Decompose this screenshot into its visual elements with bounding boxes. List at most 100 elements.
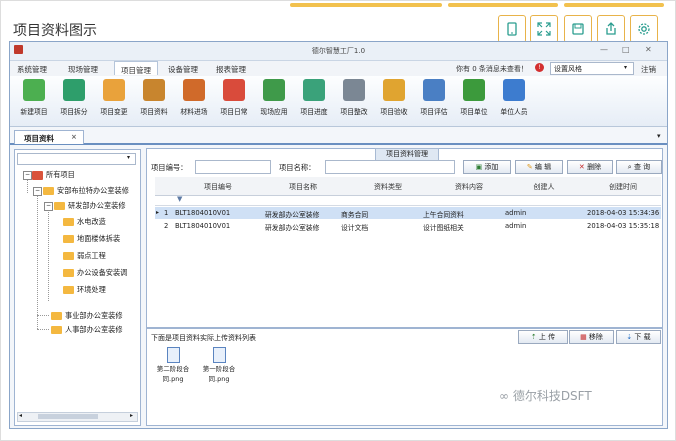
tree-filter-select[interactable]: ▾ [17,153,136,165]
share-icon [606,22,616,35]
ribbon-button[interactable]: 项目整改 [334,79,374,116]
expand-toggle[interactable]: − [23,171,32,180]
home-icon [32,170,43,180]
remove-button[interactable]: ▦ 移除 [569,330,614,344]
col-header[interactable]: 项目编号 [185,182,251,192]
maximize-icon[interactable]: □ [622,45,630,54]
tab-project-docs[interactable]: 项目资料 × [14,130,84,144]
project-tree-panel: ▾ − 所有项目 − 安部布拉特办公室装修 − 研发部办公室装修 水电改造 地面… [14,149,141,426]
expand-icon [537,22,551,36]
ribbon-label: 项目日常 [220,108,248,116]
tree-node-level2[interactable]: 研发部办公室装修 [54,201,126,211]
edit-button[interactable]: ✎ 编 辑 [515,160,563,174]
filter-icon[interactable]: ▼ [177,195,182,203]
ribbon-button[interactable]: 项目验收 [374,79,414,116]
folder-icon [63,218,74,226]
edit-icon: ✎ [526,163,535,171]
table-row[interactable]: 2 BLT1804010V01 研发部办公室装修 设计文档 设计图纸相关 adm… [155,220,661,232]
search-button[interactable]: ⌕ 查 询 [616,160,662,174]
accept-icon [383,79,405,101]
menu-report[interactable]: 报表管理 [216,64,246,75]
tree-node-child[interactable]: 办公设备安装调 [63,268,127,278]
tablet-button[interactable] [498,15,526,43]
close-icon[interactable]: ✕ [645,45,652,54]
ribbon-button[interactable]: 材料进场 [174,79,214,116]
ribbon-button[interactable]: 项目单位 [454,79,494,116]
ribbon-button[interactable]: 现场应用 [254,79,294,116]
people-icon [503,79,525,101]
tree-node-level1[interactable]: 安部布拉特办公室装修 [43,186,129,196]
upload-button[interactable]: ⇡ 上 传 [518,330,568,344]
tab-close-icon[interactable]: × [71,133,77,141]
ribbon-button[interactable]: 项目日常 [214,79,254,116]
ribbon-button[interactable]: 项目变更 [94,79,134,116]
ribbon-button[interactable]: 项目进度 [294,79,334,116]
folder-icon [63,252,74,260]
ribbon-button[interactable]: 单位人员 [494,79,534,116]
expand-toggle[interactable]: − [44,202,53,211]
logout-link[interactable]: 注销 [641,64,656,75]
ribbon-button[interactable]: 项目资料 [134,79,174,116]
delete-button[interactable]: ✕ 删除 [567,160,613,174]
project-docs-icon [143,79,165,101]
table-row[interactable]: ▸ 1 BLT1804010V01 研发部办公室装修 商务合同 上午合同资料 a… [155,207,661,219]
expand-button[interactable] [530,15,558,43]
style-select[interactable]: 设置风格 ▾ [550,62,634,75]
ribbon-button[interactable]: 项目评估 [414,79,454,116]
menu-site[interactable]: 现场管理 [68,64,98,75]
unit-icon [463,79,485,101]
tree-node-child[interactable]: 弱点工程 [63,251,106,261]
tree-node-sibling[interactable]: 事业部办公室装修 [51,311,123,321]
download-button[interactable]: ⇣ 下 载 [616,330,661,344]
document-tabs: 项目资料 × ▾ [10,129,667,145]
deco-bar [290,3,442,7]
file-item[interactable]: 第一阶段合 同.png [199,347,239,383]
ribbon-label: 材料进场 [180,108,208,116]
menu-equipment[interactable]: 设备管理 [168,64,198,75]
message-text[interactable]: 你有 0 条消息未查看！ [456,64,528,74]
tools-icon [343,79,365,101]
col-header[interactable]: 项目名称 [255,182,351,192]
tree-node-child[interactable]: 环境处理 [63,285,106,295]
folder-icon [63,235,74,243]
ribbon-button[interactable]: 新建项目 [14,79,54,116]
expand-toggle[interactable]: − [33,187,42,196]
tree-node-child[interactable]: 水电改造 [63,217,106,227]
settings-button[interactable] [630,15,658,43]
menu-bar: 系统管理 现场管理 项目管理 设备管理 报表管理 你有 0 条消息未查看！ ! … [10,61,667,77]
filter-row[interactable]: ▼ [155,195,661,206]
tree-root[interactable]: 所有项目 [32,170,75,180]
ribbon-label: 项目拆分 [60,108,88,116]
ribbon-label: 项目进度 [300,108,328,116]
save-button[interactable] [564,15,592,43]
upload-icon: ⇡ [530,333,539,341]
tree-node-child[interactable]: 地面楼体拆装 [63,234,120,244]
folder-icon [54,202,65,210]
scroll-thumb[interactable] [38,414,98,419]
image-file-icon [212,347,226,363]
menu-project[interactable]: 项目管理 [114,61,158,75]
change-project-icon [103,79,125,101]
minimize-icon[interactable]: — [600,45,608,54]
add-button[interactable]: ▣ 添加 [463,160,511,174]
table-header: 项目编号 项目名称 资料类型 资料内容 创建人 创建时间 [155,177,661,196]
project-code-input[interactable] [195,160,271,174]
style-select-value: 设置风格 [554,65,582,73]
material-truck-icon [183,79,205,101]
project-name-input[interactable] [325,160,455,174]
ribbon-button[interactable]: 项目拆分 [54,79,94,116]
ribbon-label: 项目整改 [340,108,368,116]
share-button[interactable] [597,15,625,43]
window-title: 德尔智慧工厂1.0 [311,47,366,55]
tree-scrollbar[interactable]: ◂ ▸ [17,412,138,422]
scroll-right-icon[interactable]: ▸ [130,412,133,419]
watermark: ∞ 德尔科技DSFT [499,389,592,403]
col-header[interactable]: 创建人 [503,182,585,192]
tab-dropdown-icon[interactable]: ▾ [657,132,661,140]
col-header[interactable]: 创建时间 [585,182,661,192]
scroll-left-icon[interactable]: ◂ [19,412,22,419]
files-caption: 下面是项目资料实际上传资料列表 [151,334,256,342]
file-item[interactable]: 第二阶段合 同.png [153,347,193,383]
menu-system[interactable]: 系统管理 [17,64,47,75]
tree-node-sibling[interactable]: 人事部办公室装修 [51,325,123,335]
